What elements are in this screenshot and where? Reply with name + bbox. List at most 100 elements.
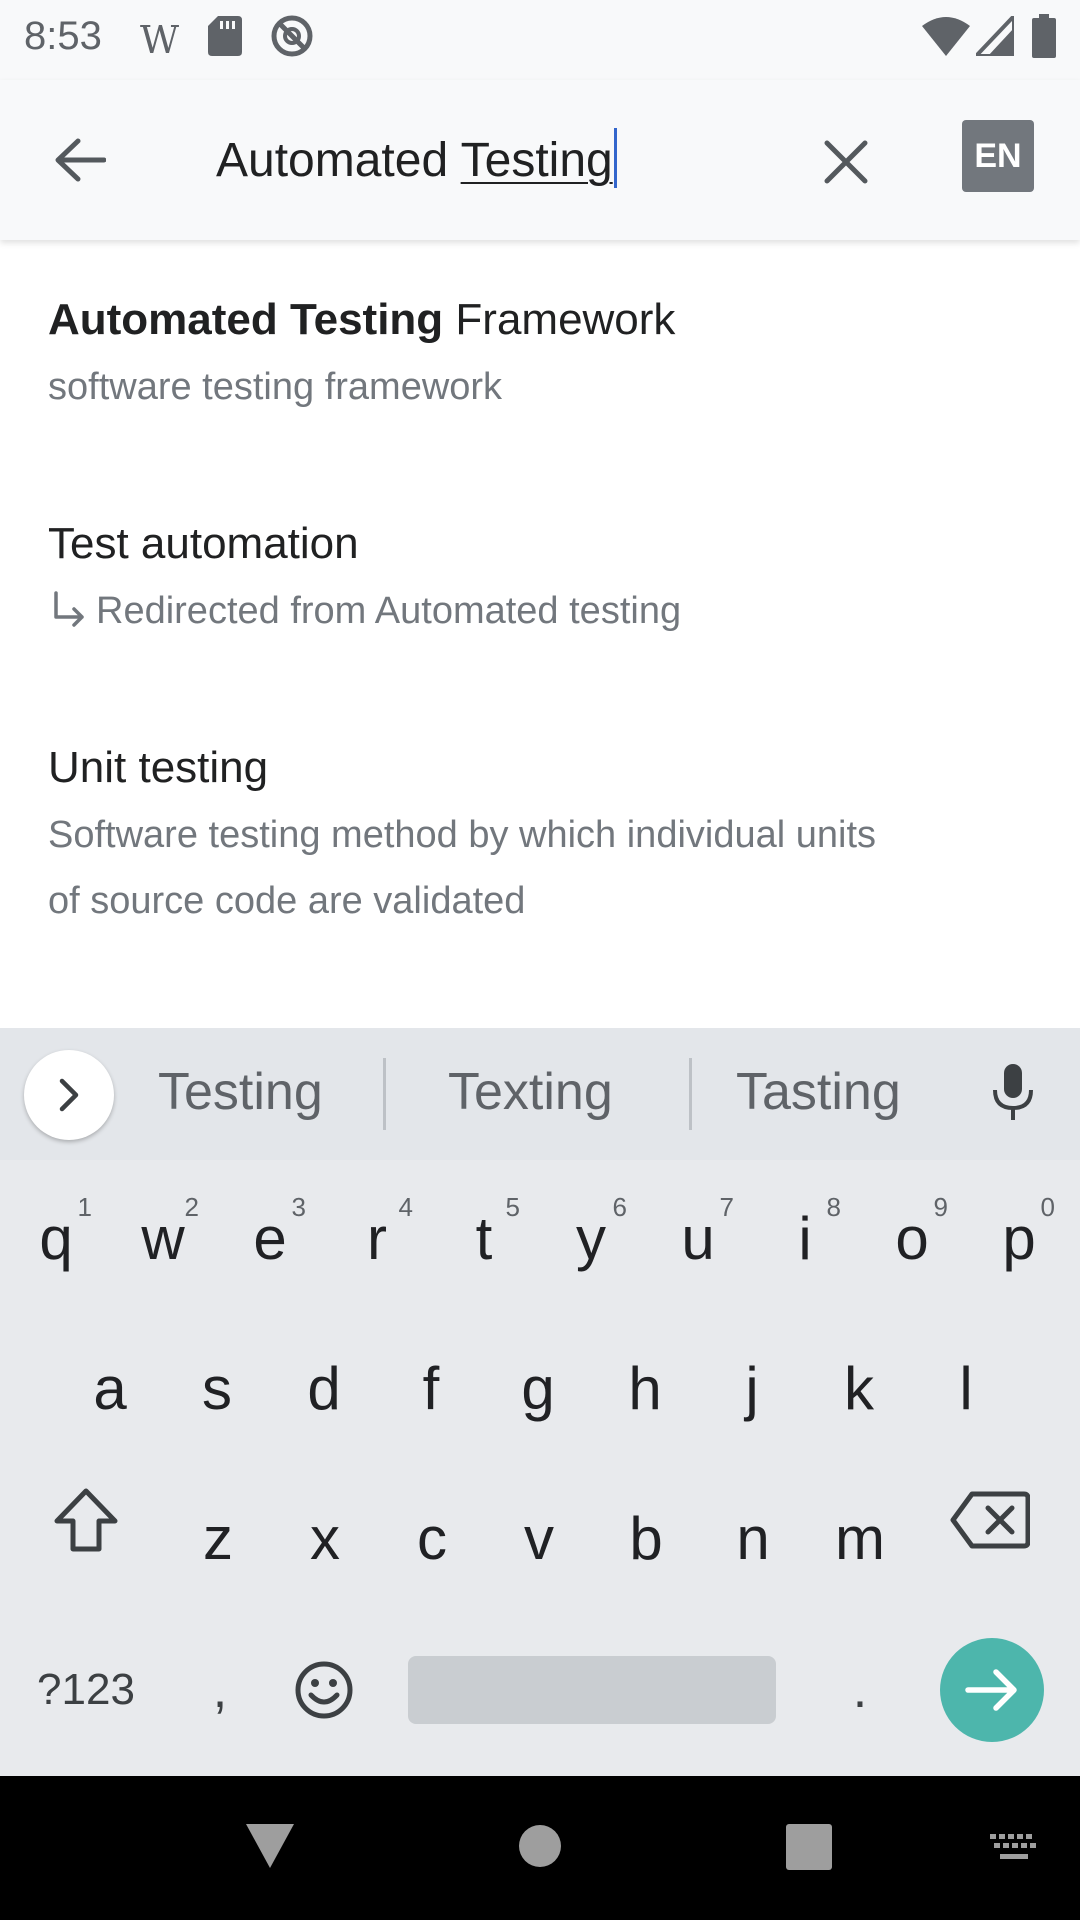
suggestion-strip: Testing Texting Tasting xyxy=(0,1028,1080,1160)
search-result-item[interactable]: Automated Testing Framework software tes… xyxy=(48,292,1008,420)
key-p[interactable]: p0 xyxy=(969,1178,1069,1298)
result-description: software testing framework xyxy=(48,366,503,408)
key-a[interactable]: a xyxy=(60,1328,160,1448)
result-description-line: of source code are validated xyxy=(48,880,526,922)
emoji-smiley-icon xyxy=(295,1661,353,1719)
cellular-signal-icon xyxy=(976,16,1014,56)
search-input[interactable]: Automated Testing xyxy=(216,128,617,188)
keyboard-expand-button[interactable] xyxy=(24,1050,114,1140)
wifi-icon xyxy=(922,17,970,56)
nav-home-icon[interactable] xyxy=(518,1824,562,1868)
go-key[interactable] xyxy=(940,1638,1044,1742)
key-d[interactable]: d xyxy=(274,1328,374,1448)
key-label: g xyxy=(521,1354,555,1422)
key-t[interactable]: t5 xyxy=(434,1178,534,1298)
arrow-forward-icon xyxy=(965,1669,1017,1711)
status-time: 8:53 xyxy=(24,14,102,58)
battery-icon xyxy=(1032,14,1056,58)
key-number-hint: 6 xyxy=(612,1192,627,1222)
key-label: a xyxy=(93,1354,127,1422)
key-x[interactable]: x xyxy=(275,1478,375,1598)
space-bar[interactable] xyxy=(408,1656,776,1724)
symbols-key[interactable]: ?123 xyxy=(24,1632,148,1748)
wikipedia-notification-icon: W xyxy=(140,18,180,62)
result-title-rest: Framework xyxy=(443,295,676,344)
suggestion-1[interactable]: Testing xyxy=(158,1062,323,1122)
key-number-hint: 0 xyxy=(1040,1192,1055,1222)
key-label: i xyxy=(798,1204,812,1272)
close-icon xyxy=(824,140,868,184)
arrow-back-icon xyxy=(55,138,106,182)
result-redirect: Redirected from Automated testing xyxy=(48,578,1008,644)
key-number-hint: 2 xyxy=(184,1192,199,1222)
back-button[interactable] xyxy=(40,120,120,200)
key-f[interactable]: f xyxy=(381,1328,481,1448)
backspace-key[interactable] xyxy=(940,1460,1040,1580)
key-label: f xyxy=(422,1354,440,1422)
key-label: w xyxy=(141,1204,185,1272)
suggestion-2[interactable]: Texting xyxy=(448,1062,613,1122)
key-label: z xyxy=(203,1504,233,1572)
result-title: Unit testing xyxy=(48,743,269,792)
period-key[interactable]: . xyxy=(808,1632,912,1748)
key-label: p xyxy=(1002,1204,1036,1272)
key-n[interactable]: n xyxy=(703,1478,803,1598)
key-label: n xyxy=(736,1504,770,1572)
key-label: j xyxy=(745,1354,759,1422)
suggestion-3[interactable]: Tasting xyxy=(736,1062,901,1122)
key-v[interactable]: v xyxy=(489,1478,589,1598)
search-query-text: Automated xyxy=(216,134,461,187)
key-number-hint: 5 xyxy=(505,1192,520,1222)
backspace-icon xyxy=(950,1491,1030,1549)
key-l[interactable]: l xyxy=(916,1328,1016,1448)
status-bar: 8:53 W xyxy=(0,0,1080,80)
key-w[interactable]: w2 xyxy=(113,1178,213,1298)
key-i[interactable]: i8 xyxy=(755,1178,855,1298)
key-number-hint: 1 xyxy=(77,1192,92,1222)
key-label: l xyxy=(959,1354,973,1422)
key-label: y xyxy=(576,1204,606,1272)
search-toolbar: Automated Testing EN xyxy=(0,80,1080,240)
nav-back-icon[interactable] xyxy=(244,1822,296,1870)
key-s[interactable]: s xyxy=(167,1328,267,1448)
key-c[interactable]: c xyxy=(382,1478,482,1598)
key-y[interactable]: y6 xyxy=(541,1178,641,1298)
key-label: e xyxy=(253,1204,287,1272)
nav-recents-icon[interactable] xyxy=(786,1824,832,1870)
key-b[interactable]: b xyxy=(596,1478,696,1598)
key-k[interactable]: k xyxy=(809,1328,909,1448)
key-number-hint: 3 xyxy=(291,1192,306,1222)
search-result-item[interactable]: Unit testing Software testing method by … xyxy=(48,740,1008,934)
key-m[interactable]: m xyxy=(810,1478,910,1598)
keyboard-switch-icon[interactable] xyxy=(990,1834,1038,1864)
text-cursor xyxy=(613,128,617,188)
key-r[interactable]: r4 xyxy=(327,1178,427,1298)
clear-search-button[interactable] xyxy=(806,122,886,202)
key-label: q xyxy=(39,1204,73,1272)
key-label: t xyxy=(475,1204,493,1272)
suggestion-divider xyxy=(689,1058,692,1130)
key-o[interactable]: o9 xyxy=(862,1178,962,1298)
comma-key[interactable]: , xyxy=(168,1632,272,1748)
key-e[interactable]: e3 xyxy=(220,1178,320,1298)
key-number-hint: 7 xyxy=(719,1192,734,1222)
redirect-text: Redirected from Automated testing xyxy=(96,590,682,632)
key-q[interactable]: q1 xyxy=(6,1178,106,1298)
key-z[interactable]: z xyxy=(168,1478,268,1598)
shift-key[interactable] xyxy=(36,1460,136,1580)
key-u[interactable]: u7 xyxy=(648,1178,748,1298)
emoji-key[interactable] xyxy=(272,1632,376,1748)
key-label: c xyxy=(417,1504,447,1572)
soft-keyboard: Testing Texting Tasting q1w2e3r4t5y6u7i8… xyxy=(0,1028,1080,1776)
key-label: b xyxy=(629,1504,663,1572)
key-g[interactable]: g xyxy=(488,1328,588,1448)
key-number-hint: 4 xyxy=(398,1192,413,1222)
language-button[interactable]: EN xyxy=(962,120,1034,192)
microphone-icon[interactable] xyxy=(990,1062,1036,1124)
search-result-item[interactable]: Test automation Redirected from Automate… xyxy=(48,516,1008,644)
key-number-hint: 8 xyxy=(826,1192,841,1222)
key-j[interactable]: j xyxy=(702,1328,802,1448)
key-label: d xyxy=(307,1354,341,1422)
key-h[interactable]: h xyxy=(595,1328,695,1448)
suggestion-divider xyxy=(383,1058,386,1130)
